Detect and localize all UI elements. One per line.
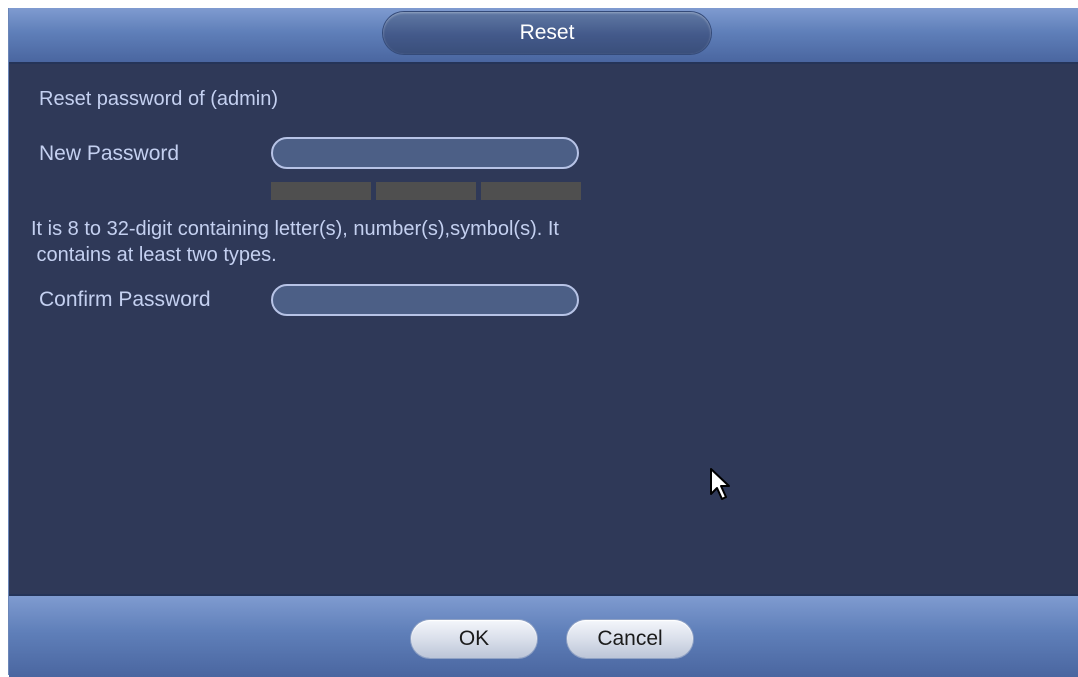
- mouse-pointer-icon: [710, 468, 730, 500]
- password-strength-bar-medium: [376, 182, 476, 200]
- dialog-title: Reset: [383, 12, 711, 54]
- password-rule-hint-line1: It is 8 to 32-digit containing letter(s)…: [31, 218, 559, 240]
- password-rule-hint: It is 8 to 32-digit containing letter(s)…: [31, 216, 751, 268]
- confirm-password-label: Confirm Password: [39, 288, 211, 311]
- reset-heading: Reset password of (admin): [39, 88, 278, 110]
- password-strength-bar-strong: [481, 182, 581, 200]
- password-rule-hint-line2: contains at least two types.: [31, 244, 277, 266]
- new-password-input[interactable]: [271, 137, 579, 169]
- new-password-label: New Password: [39, 142, 180, 165]
- confirm-password-input[interactable]: [271, 284, 579, 316]
- cancel-button[interactable]: Cancel: [567, 620, 693, 658]
- ok-button[interactable]: OK: [411, 620, 537, 658]
- dialog-footer: OK Cancel: [9, 594, 1078, 677]
- dialog-title-bar: Reset: [9, 8, 1078, 64]
- password-strength-bar-weak: [271, 182, 371, 200]
- reset-dialog: Reset Reset password of (admin) New Pass…: [8, 8, 1078, 677]
